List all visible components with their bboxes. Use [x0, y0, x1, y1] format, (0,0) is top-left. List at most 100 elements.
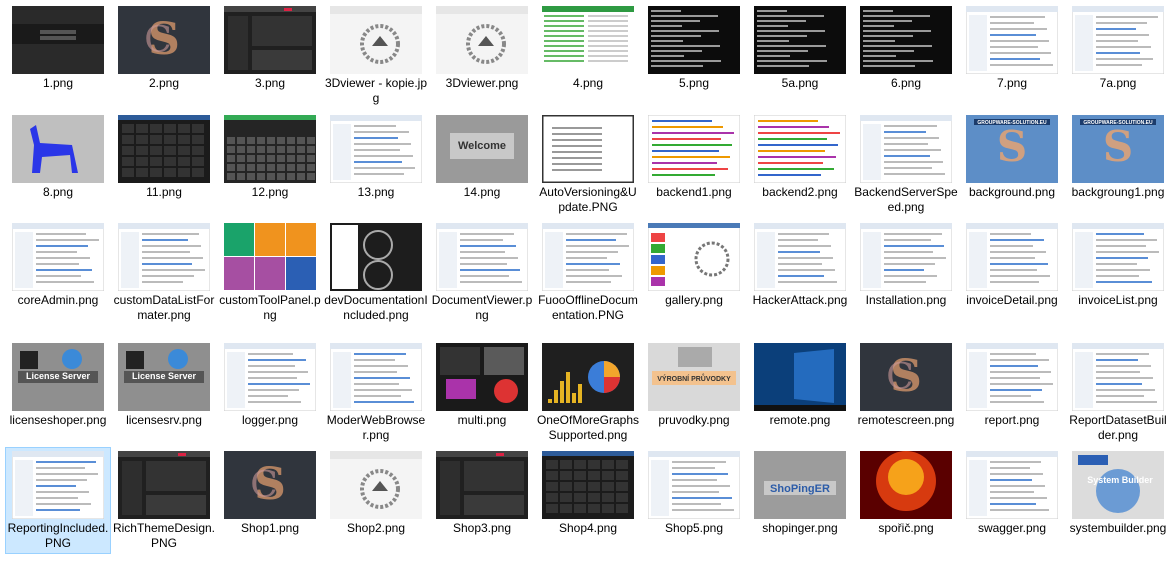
file-item[interactable]: RichThemeDesign.PNG	[112, 448, 216, 553]
file-thumbnail[interactable]	[860, 6, 952, 74]
file-thumbnail[interactable]	[330, 223, 422, 291]
file-item[interactable]: HackerAttack.png	[748, 220, 852, 325]
file-item[interactable]: invoiceDetail.png	[960, 220, 1064, 325]
file-thumbnail[interactable]	[1072, 6, 1164, 74]
file-item[interactable]: Shop4.png	[536, 448, 640, 538]
file-thumbnail[interactable]: VÝROBNÍ PRŮVODKY	[648, 343, 740, 411]
file-item[interactable]: multi.png	[430, 340, 534, 430]
file-item[interactable]: Installation.png	[854, 220, 958, 325]
file-item[interactable]: coreAdmin.png	[6, 220, 110, 310]
file-thumbnail[interactable]	[648, 451, 740, 519]
file-thumbnail[interactable]	[12, 223, 104, 291]
file-item[interactable]: 5.png	[642, 3, 746, 93]
file-item[interactable]: Shop5.png	[642, 448, 746, 538]
file-item[interactable]: 13.png	[324, 112, 428, 202]
file-thumbnail[interactable]	[542, 223, 634, 291]
file-item[interactable]: AutoVersioning&Update.PNG	[536, 112, 640, 217]
file-thumbnail[interactable]	[648, 115, 740, 183]
file-thumbnail[interactable]	[118, 223, 210, 291]
file-item[interactable]: spořič.png	[854, 448, 958, 538]
file-thumbnail[interactable]	[754, 6, 846, 74]
file-item[interactable]: 12.png	[218, 112, 322, 202]
file-item[interactable]: S C remotescreen.png	[854, 340, 958, 445]
file-thumbnail[interactable]: License Server	[12, 343, 104, 411]
file-item[interactable]: gallery.png	[642, 220, 746, 310]
file-thumbnail[interactable]	[330, 115, 422, 183]
file-thumbnail[interactable]	[224, 115, 316, 183]
file-thumbnail[interactable]: SGROUPWARE-SOLUTION.EU	[1072, 115, 1164, 183]
file-thumbnail[interactable]	[754, 115, 846, 183]
file-item[interactable]: backend1.png	[642, 112, 746, 202]
file-thumbnail[interactable]	[436, 343, 528, 411]
file-item[interactable]: remote.png	[748, 340, 852, 430]
file-item[interactable]: swagger.png	[960, 448, 1064, 538]
file-thumbnail[interactable]: Welcome	[436, 115, 528, 183]
file-thumbnail[interactable]: ShoPingER	[754, 451, 846, 519]
file-thumbnail[interactable]: SC	[118, 6, 210, 74]
file-thumbnail[interactable]	[436, 223, 528, 291]
file-thumbnail[interactable]	[966, 343, 1058, 411]
file-item[interactable]: Shop3.png	[430, 448, 534, 538]
file-item[interactable]: 3.png	[218, 3, 322, 93]
file-thumbnail[interactable]	[754, 223, 846, 291]
file-item[interactable]: 4.png	[536, 3, 640, 93]
file-thumbnail[interactable]	[966, 451, 1058, 519]
file-thumbnail[interactable]	[12, 6, 104, 74]
file-item[interactable]: Welcome 14.png	[430, 112, 534, 202]
file-item[interactable]: S GROUPWARE-SOLUTION.EU backgroung1.png	[1066, 112, 1170, 217]
file-item[interactable]: devDocumentationIncluded.png	[324, 220, 428, 325]
file-thumbnail[interactable]: License Server	[118, 343, 210, 411]
file-item[interactable]: invoiceList.png	[1066, 220, 1170, 325]
file-thumbnail[interactable]	[12, 451, 104, 519]
file-thumbnail[interactable]: SGROUPWARE-SOLUTION.EU	[966, 115, 1058, 183]
file-thumbnail[interactable]	[118, 451, 210, 519]
file-thumbnail[interactable]	[1072, 343, 1164, 411]
file-item[interactable]: BackendServerSpeed.png	[854, 112, 958, 217]
file-item[interactable]: 8.png	[6, 112, 110, 202]
file-item[interactable]: customDataListFormater.png	[112, 220, 216, 325]
file-item[interactable]: S C 2.png	[112, 3, 216, 93]
file-item[interactable]: 1.png	[6, 3, 110, 93]
file-item[interactable]: ShoPingER shopinger.png	[748, 448, 852, 538]
file-item[interactable]: System Builder systembuilder.png	[1066, 448, 1170, 553]
file-item[interactable]: report.png	[960, 340, 1064, 430]
file-thumbnail[interactable]	[648, 223, 740, 291]
file-item[interactable]: S GROUPWARE-SOLUTION.EU background.png	[960, 112, 1064, 202]
file-thumbnail[interactable]	[542, 6, 634, 74]
file-item[interactable]: OneOfMoreGraphsSupported.png	[536, 340, 640, 445]
file-item[interactable]: S C Shop1.png	[218, 448, 322, 538]
file-thumbnail[interactable]	[224, 6, 316, 74]
file-item[interactable]: ReportingIncluded.PNG	[5, 447, 111, 554]
file-item[interactable]: DocumentViewer.png	[430, 220, 534, 325]
file-item[interactable]: 5a.png	[748, 3, 852, 93]
file-thumbnail[interactable]: SC	[224, 451, 316, 519]
file-thumbnail[interactable]	[1072, 223, 1164, 291]
file-item[interactable]: logger.png	[218, 340, 322, 430]
file-thumbnail[interactable]	[754, 343, 846, 411]
file-item[interactable]: 7.png	[960, 3, 1064, 93]
file-item[interactable]: FuooOfflineDocumentation.PNG	[536, 220, 640, 325]
file-item[interactable]: VÝROBNÍ PRŮVODKY pruvodky.png	[642, 340, 746, 430]
file-item[interactable]: customToolPanel.png	[218, 220, 322, 325]
file-item[interactable]: 3Dviewer - kopie.jpg	[324, 3, 428, 108]
file-thumbnail[interactable]	[224, 343, 316, 411]
file-item[interactable]: License Server licensesrv.png	[112, 340, 216, 430]
file-item[interactable]: backend2.png	[748, 112, 852, 202]
file-thumbnail[interactable]	[436, 451, 528, 519]
file-thumbnail[interactable]	[860, 223, 952, 291]
file-thumbnail[interactable]	[542, 115, 634, 183]
file-item[interactable]: License Server licenseshoper.png	[6, 340, 110, 445]
file-thumbnail[interactable]	[330, 6, 422, 74]
file-thumbnail[interactable]	[330, 451, 422, 519]
file-item[interactable]: ModerWebBrowser.png	[324, 340, 428, 445]
file-thumbnail[interactable]	[966, 6, 1058, 74]
file-thumbnail[interactable]	[860, 451, 952, 519]
file-item[interactable]: ReportDatasetBuilder.png	[1066, 340, 1170, 445]
file-thumbnail[interactable]	[860, 115, 952, 183]
file-thumbnail[interactable]	[648, 6, 740, 74]
file-item[interactable]: 11.png	[112, 112, 216, 202]
file-item[interactable]: 7a.png	[1066, 3, 1170, 93]
file-thumbnail[interactable]: SC	[860, 343, 952, 411]
file-thumbnail[interactable]: System Builder	[1072, 451, 1164, 519]
file-thumbnail[interactable]	[330, 343, 422, 411]
